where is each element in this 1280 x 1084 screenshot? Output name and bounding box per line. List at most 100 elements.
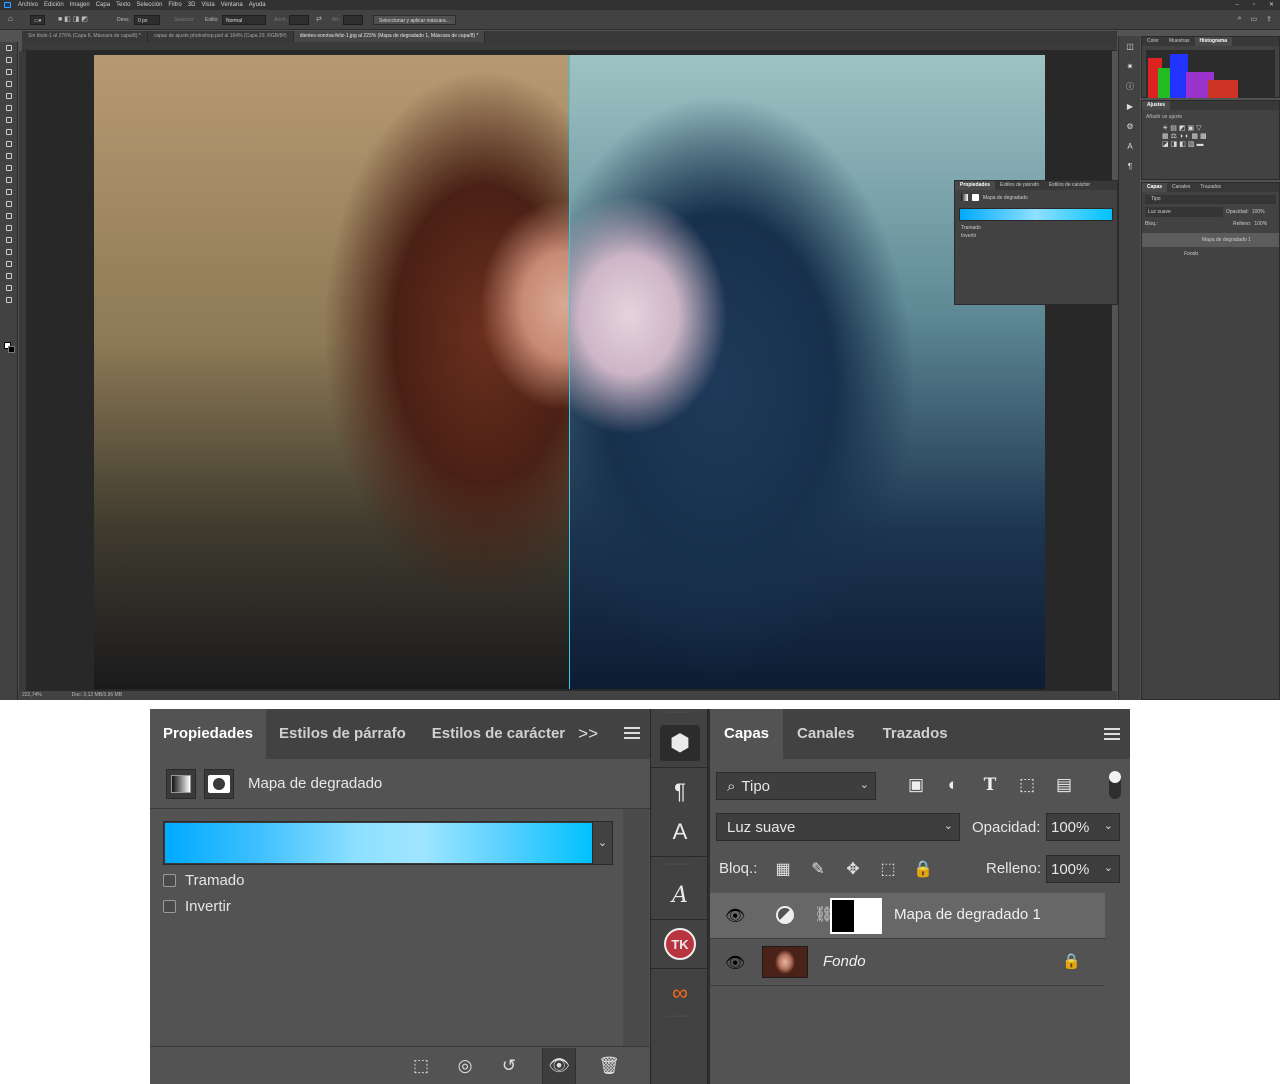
lasso-tool-icon[interactable] <box>0 66 18 78</box>
pen-tool-icon[interactable] <box>0 222 18 234</box>
history-icon[interactable]: ◫ <box>1119 36 1141 56</box>
more-tabs-icon[interactable]: >> <box>578 709 598 759</box>
mini-char-tab[interactable]: Estilos de carácter <box>1044 181 1095 190</box>
hand-tool-icon[interactable] <box>0 270 18 282</box>
tab-paragraph-styles[interactable]: Estilos de párrafo <box>266 709 419 759</box>
filter-smart-object-icon[interactable]: ▤ <box>1054 775 1074 795</box>
close-icon[interactable]: ✕ <box>1269 0 1274 10</box>
width-input[interactable] <box>289 15 309 25</box>
brush-settings-icon[interactable]: ✷ <box>1119 56 1141 76</box>
glyph-icon[interactable]: A <box>651 875 709 915</box>
mini-layers-tab[interactable]: Capas <box>1142 183 1168 192</box>
eraser-tool-icon[interactable] <box>0 174 18 186</box>
mini-gradient-bar[interactable] <box>959 208 1113 221</box>
dock-grip-3[interactable]: ········ <box>651 1013 707 1027</box>
height-input[interactable] <box>343 15 363 25</box>
search-icon[interactable]: ⌕ <box>1238 15 1242 23</box>
background-color-swatch[interactable] <box>8 346 15 353</box>
guide-line[interactable] <box>569 55 570 689</box>
swap-icon[interactable]: ⇄ <box>316 15 322 25</box>
brush-tool-icon[interactable] <box>0 138 18 150</box>
menu-ventana[interactable]: Ventana <box>221 0 243 10</box>
tab-layers[interactable]: Capas <box>710 709 784 759</box>
quick-select-tool-icon[interactable] <box>0 78 18 90</box>
selection-mode-icons[interactable]: ■ ◧ ◨ ◩ <box>58 15 88 25</box>
type-tool-icon[interactable] <box>0 234 18 246</box>
menu-vista[interactable]: Vista <box>201 0 214 10</box>
play-icon[interactable]: ▶ <box>1119 96 1141 116</box>
tab-channels[interactable]: Canales <box>783 709 869 759</box>
mini-para-tab[interactable]: Estilos de párrafo <box>995 181 1044 190</box>
mini-reverse-option[interactable]: Invertir <box>955 232 1117 240</box>
blur-tool-icon[interactable] <box>0 198 18 210</box>
chevron-down-icon[interactable]: ⌄ <box>592 822 612 864</box>
menu-3d[interactable]: 3D <box>188 0 196 10</box>
mini-paths-tab[interactable]: Trazados <box>1195 183 1226 192</box>
mini-channels-tab[interactable]: Canales <box>1167 183 1195 192</box>
lock-transparent-icon[interactable]: ▦ <box>773 859 793 879</box>
layer-mask-icon[interactable] <box>204 768 234 799</box>
zoom-tool-icon[interactable] <box>0 282 18 294</box>
visibility-icon[interactable]: 👁 <box>542 1047 576 1084</box>
filter-shape-icon[interactable]: ⬚ <box>1017 775 1037 795</box>
checkbox-icon[interactable] <box>163 874 176 887</box>
document-image[interactable] <box>94 55 1045 689</box>
mini-fill[interactable]: 100% <box>1254 219 1267 227</box>
3d-icon[interactable]: ⬢ <box>651 723 709 763</box>
tab-properties[interactable]: Propiedades <box>150 709 267 759</box>
histogram-tab[interactable]: Histograma <box>1194 37 1233 46</box>
filter-toggle[interactable] <box>1109 771 1121 799</box>
fill-input[interactable]: 100% ⌄ <box>1046 855 1120 883</box>
mini-layer-gradient[interactable]: Mapa de degradado 1 <box>1142 233 1279 247</box>
gradient-tool-icon[interactable] <box>0 186 18 198</box>
reverse-checkbox[interactable]: Invertir <box>163 898 231 915</box>
maximize-icon[interactable]: ▫ <box>1253 0 1255 10</box>
adjustments-tab[interactable]: Ajustes <box>1142 101 1171 110</box>
lock-icon[interactable]: 🔒 <box>1062 952 1081 970</box>
delete-icon[interactable]: 🗑 <box>598 1055 620 1077</box>
workspace-icon[interactable]: ▭ <box>1251 15 1258 23</box>
more-tools-icon[interactable] <box>0 294 18 306</box>
blend-mode-select[interactable]: Luz suave ⌄ <box>716 813 960 841</box>
share-icon[interactable]: ⇪ <box>1266 15 1272 23</box>
mini-kind-filter[interactable]: Tipo <box>1145 195 1276 204</box>
feather-input[interactable]: 0 px <box>134 15 160 25</box>
tk-plugin-icon[interactable]: TK <box>651 924 709 964</box>
menu-ayuda[interactable]: Ayuda <box>249 0 266 10</box>
home-icon[interactable]: ⌂ <box>8 14 13 24</box>
minimize-icon[interactable]: – <box>1235 0 1238 10</box>
mini-dither-option[interactable]: Tramado <box>955 224 1117 232</box>
eye-icon[interactable]: 👁 <box>725 906 745 926</box>
doc-tab-1[interactable]: Sin título-1 al 276% (Capa 6, Máscara de… <box>22 31 148 42</box>
dock-grip[interactable]: ········ <box>651 709 707 723</box>
menu-seleccion[interactable]: Selección <box>136 0 162 10</box>
shape-tool-icon[interactable] <box>0 258 18 270</box>
kind-filter-select[interactable]: ⌕ Tipo ⌄ <box>716 772 876 800</box>
panel-menu-icon[interactable] <box>624 727 640 739</box>
history-brush-tool-icon[interactable] <box>0 162 18 174</box>
path-select-tool-icon[interactable] <box>0 246 18 258</box>
info-icon[interactable]: ⓘ <box>1119 76 1141 96</box>
dodge-tool-icon[interactable] <box>0 210 18 222</box>
opacity-input[interactable]: 100% ⌄ <box>1046 813 1120 841</box>
move-tool-icon[interactable] <box>0 42 18 54</box>
filter-adjustment-icon[interactable]: ◐ <box>943 775 963 795</box>
filter-type-icon[interactable]: T <box>980 775 1000 795</box>
adjustment-icons[interactable]: ☀▤◩▣▽ ▦⚖◑◐▦▩ ◪◨◧▧▬ <box>1142 124 1279 148</box>
layer-row-gradient-map[interactable]: 👁 ⛓ Mapa de degradado 1 <box>710 893 1105 939</box>
healing-tool-icon[interactable] <box>0 126 18 138</box>
tab-character-styles[interactable]: Estilos de carácter <box>419 709 578 759</box>
mini-opacity[interactable]: 100% <box>1252 207 1265 217</box>
menu-capa[interactable]: Capa <box>96 0 110 10</box>
menu-texto[interactable]: Texto <box>116 0 130 10</box>
checkbox-icon[interactable] <box>163 900 176 913</box>
tab-paths[interactable]: Trazados <box>869 709 962 759</box>
character-icon[interactable]: A <box>651 812 709 852</box>
color-tab[interactable]: Color <box>1142 37 1164 46</box>
dock-grip-2[interactable]: ········ <box>651 861 707 875</box>
view-previous-state-icon[interactable]: ◎ <box>454 1055 476 1077</box>
mini-props-tab[interactable]: Propiedades <box>955 181 996 190</box>
select-and-mask-button[interactable]: Seleccionar y aplicar máscara... <box>373 15 456 25</box>
gradient-map-icon[interactable] <box>166 768 196 799</box>
mini-blend-mode[interactable]: Luz suave <box>1145 207 1223 217</box>
